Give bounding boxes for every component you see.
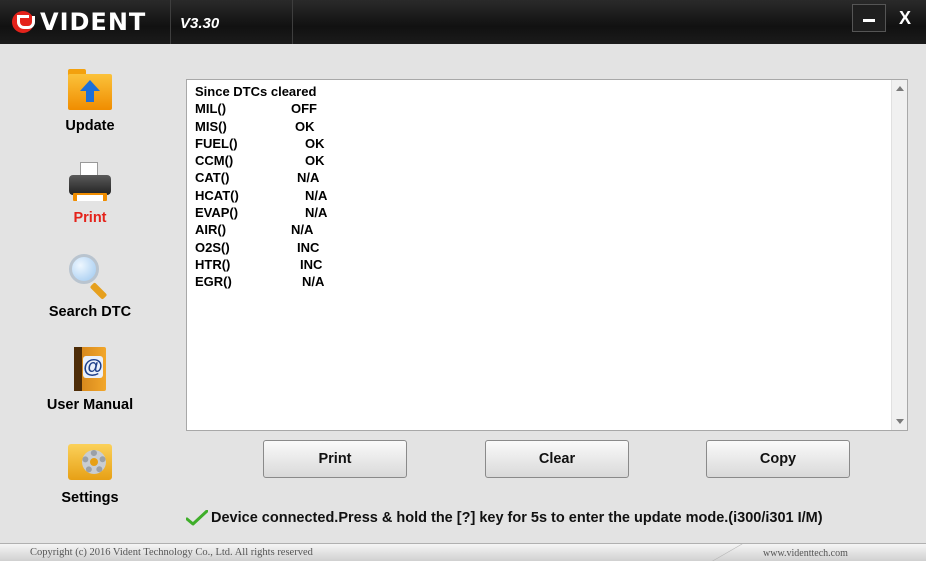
readiness-value: N/A <box>297 170 320 186</box>
vertical-scrollbar[interactable] <box>891 80 907 430</box>
folder-upload-icon <box>66 66 114 114</box>
output-content: Since DTCs cleared MIL() OFF MIS() OK FUEL… <box>195 83 327 291</box>
readiness-row: EGR() N/A <box>195 273 327 290</box>
title-bar: VIDENT V3.30 X <box>0 0 926 44</box>
website-link[interactable]: www.videnttech.com <box>763 548 848 559</box>
logo-text: VIDENT <box>40 8 147 36</box>
output-textarea[interactable]: Since DTCs cleared MIL() OFF MIS() OK FUEL… <box>186 79 908 431</box>
minimize-icon <box>863 18 875 22</box>
magnifier-icon <box>66 252 114 300</box>
status-message: Device connected.Press & hold the [?] ke… <box>186 510 823 526</box>
vident-logo: VIDENT <box>12 8 146 36</box>
sidebar-item-update[interactable]: Update <box>40 66 140 134</box>
close-button[interactable]: X <box>888 4 922 32</box>
readiness-value: N/A <box>305 205 328 221</box>
address-book-icon: @ <box>66 345 114 393</box>
footer-bar: Copyright (c) 2016 Vident Technology Co.… <box>0 543 926 561</box>
title-divider <box>170 0 171 44</box>
sidebar-item-label: Print <box>73 210 107 226</box>
minimize-button[interactable] <box>852 4 886 32</box>
scroll-up-icon[interactable] <box>896 86 904 91</box>
output-heading: Since DTCs cleared <box>195 84 317 99</box>
readiness-key: HCAT() <box>195 187 239 203</box>
readiness-value: INC <box>300 256 323 272</box>
readiness-row: MIS() OK <box>195 118 327 135</box>
readiness-value: OFF <box>291 101 317 117</box>
clear-button[interactable]: Clear <box>485 440 629 478</box>
readiness-value: N/A <box>305 187 328 203</box>
readiness-value: INC <box>297 239 320 255</box>
sidebar-item-label: Settings <box>61 490 119 506</box>
title-divider <box>292 0 293 44</box>
gear-icon <box>66 438 114 486</box>
readiness-row: HCAT() N/A <box>195 187 327 204</box>
sidebar-item-label: Update <box>65 118 115 134</box>
readiness-row: CCM() OK <box>195 152 327 169</box>
sidebar-item-settings[interactable]: Settings <box>40 438 140 506</box>
vident-logo-icon <box>12 11 35 33</box>
readiness-row: CAT() N/A <box>195 169 327 186</box>
readiness-row: EVAP() N/A <box>195 204 327 221</box>
readiness-key: AIR() <box>195 222 227 238</box>
copyright-text: Copyright (c) 2016 Vident Technology Co.… <box>30 547 313 558</box>
readiness-key: O2S() <box>195 239 230 255</box>
scroll-down-icon[interactable] <box>896 419 904 424</box>
readiness-value: OK <box>305 135 325 151</box>
readiness-row: AIR() N/A <box>195 221 327 238</box>
readiness-value: OK <box>295 118 315 134</box>
readiness-key: MIS() <box>195 118 227 134</box>
status-text: Device connected.Press & hold the [?] ke… <box>211 510 823 526</box>
readiness-row: FUEL() OK <box>195 135 327 152</box>
readiness-key: EVAP() <box>195 205 239 221</box>
version-label: V3.30 <box>180 15 220 32</box>
readiness-value: N/A <box>302 274 325 290</box>
readiness-key: CCM() <box>195 153 234 169</box>
sidebar-item-user-manual[interactable]: @ User Manual <box>40 345 140 413</box>
sidebar-item-label: Search DTC <box>48 304 132 320</box>
sidebar-item-print[interactable]: Print <box>40 158 140 226</box>
printer-icon <box>66 158 114 206</box>
copy-button[interactable]: Copy <box>706 440 850 478</box>
print-button[interactable]: Print <box>263 440 407 478</box>
readiness-value: OK <box>305 153 325 169</box>
readiness-row: HTR() INC <box>195 256 327 273</box>
readiness-key: FUEL() <box>195 135 238 151</box>
sidebar-item-search-dtc[interactable]: Search DTC <box>40 252 140 320</box>
sidebar-item-label: User Manual <box>46 397 134 413</box>
readiness-row: O2S() INC <box>195 239 327 256</box>
readiness-key: HTR() <box>195 256 231 272</box>
readiness-row: MIL() OFF <box>195 100 327 117</box>
readiness-key: MIL() <box>195 101 227 117</box>
readiness-key: EGR() <box>195 274 232 290</box>
readiness-key: CAT() <box>195 170 230 186</box>
readiness-value: N/A <box>291 222 314 238</box>
checkmark-icon <box>186 510 208 526</box>
